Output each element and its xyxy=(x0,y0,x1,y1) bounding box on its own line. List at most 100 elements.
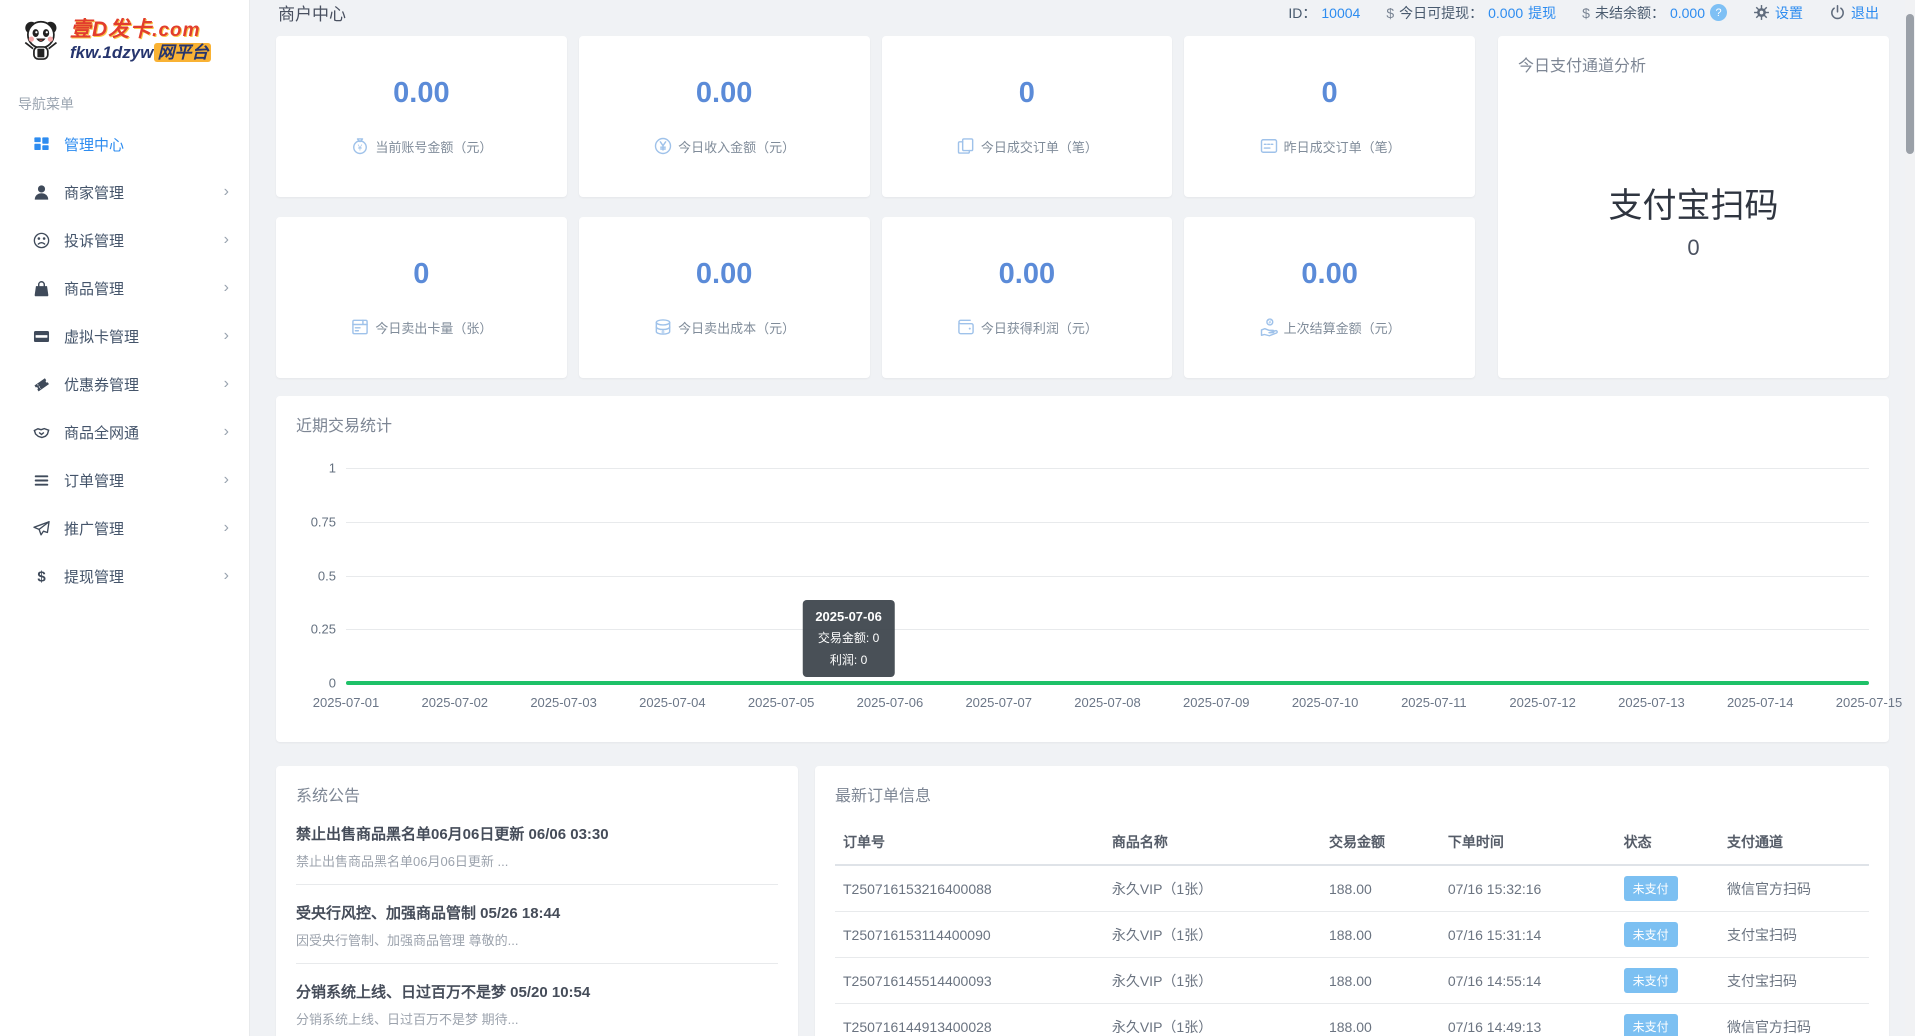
chevron-right-icon: › xyxy=(224,376,229,392)
cell-order-no: T250716153114400090 xyxy=(835,912,1104,958)
chevron-right-icon: › xyxy=(224,424,229,440)
y-tick-label: 1 xyxy=(329,461,336,476)
x-tick-label: 2025-07-01 xyxy=(313,695,380,710)
dollar-icon: $ xyxy=(30,565,52,587)
main-area: 商户中心 ID： 10004 $ 今日可提现： 0.000 提现 $ 未结余额：… xyxy=(250,0,1915,1036)
svg-text:$: $ xyxy=(37,568,46,585)
help-icon[interactable]: ? xyxy=(1710,4,1727,21)
recent-transactions-chart-card: 近期交易统计 00.250.50.751 2025-07-06 交易金额: 0利… xyxy=(276,396,1889,742)
cell-order-no: T250716145514400093 xyxy=(835,958,1104,1004)
page-title: 商户中心 xyxy=(278,0,346,25)
announcement-title[interactable]: 受央行风控、加强商品管制 05/26 18:44 xyxy=(296,902,778,923)
chevron-right-icon: › xyxy=(224,328,229,344)
x-tick-label: 2025-07-06 xyxy=(857,695,924,710)
sidebar-item-管理中心[interactable]: 管理中心 xyxy=(0,120,249,168)
stat-label: 今日卖出卡量（张） xyxy=(350,317,492,337)
stat-label: 今日成交订单（笔） xyxy=(956,136,1098,156)
orders-column-header: 商品名称 xyxy=(1104,820,1321,865)
chart-tooltip: 2025-07-06 交易金额: 0利润: 0 xyxy=(802,600,895,677)
coins-icon: ¥ xyxy=(653,317,673,337)
announcement-title[interactable]: 分销系统上线、日过百万不是梦 05/20 10:54 xyxy=(296,981,778,1002)
sidebar: 壹D发卡.com fkw.1dzyw网平台 导航菜单 管理中心商家管理›投诉管理… xyxy=(0,0,250,1036)
orders-column-header: 下单时间 xyxy=(1440,820,1616,865)
table-row: T250716153114400090永久VIP（1张）188.0007/16 … xyxy=(835,912,1869,958)
sidebar-item-提现管理[interactable]: $提现管理› xyxy=(0,552,249,600)
x-tick-label: 2025-07-15 xyxy=(1836,695,1903,710)
chevron-right-icon: › xyxy=(224,232,229,248)
stat-value: 0.00 xyxy=(393,77,449,110)
sidebar-item-优惠券管理[interactable]: 优惠券管理› xyxy=(0,360,249,408)
sidebar-item-label: 商品全网通 xyxy=(64,422,139,443)
cell-amount: 188.00 xyxy=(1321,1004,1440,1036)
channel-name: 支付宝扫码 xyxy=(1609,178,1779,227)
sidebar-item-商品全网通[interactable]: 商品全网通 › xyxy=(0,408,249,456)
sidebar-item-投诉管理[interactable]: 投诉管理› xyxy=(0,216,249,264)
cell-status: 未支付 xyxy=(1616,865,1719,912)
stat-card: 0昨日成交订单（笔） xyxy=(1184,36,1475,197)
sidebar-item-虚拟卡管理[interactable]: 虚拟卡管理› xyxy=(0,312,249,360)
latest-orders-card: 最新订单信息 订单号商品名称交易金额下单时间状态支付通道 T2507161532… xyxy=(815,766,1889,1036)
orders-column-header: 交易金额 xyxy=(1321,820,1440,865)
announcement-title[interactable]: 禁止出售商品黑名单06月06日更新 06/06 03:30 xyxy=(296,823,778,844)
x-tick-label: 2025-07-08 xyxy=(1074,695,1141,710)
sidebar-item-商家管理[interactable]: 商家管理› xyxy=(0,168,249,216)
stat-label: ¥ 当前账号金额（元） xyxy=(350,136,492,156)
sidebar-item-推广管理[interactable]: 推广管理 › xyxy=(0,504,249,552)
logout-button[interactable]: 退出 xyxy=(1829,3,1879,23)
chart-plot[interactable]: 2025-07-06 交易金额: 0利润: 0 xyxy=(346,468,1869,683)
stat-label: 今日收入金额（元） xyxy=(653,136,795,156)
announcement-item: 受央行风控、加强商品管制 05/26 18:44 因受央行管制、加强商品管理 尊敬… xyxy=(296,885,778,964)
stat-card: 0.00今日获得利润（元） xyxy=(882,217,1173,378)
cell-time: 07/16 14:49:13 xyxy=(1440,1004,1616,1036)
hand-coin-icon: ¥ xyxy=(1259,317,1279,337)
orders-column-header: 支付通道 xyxy=(1719,820,1869,865)
settings-label: 设置 xyxy=(1775,3,1803,23)
sidebar-item-label: 提现管理 xyxy=(64,566,124,587)
sidebar-item-label: 推广管理 xyxy=(64,518,124,539)
gridline xyxy=(346,522,1869,523)
dashboard-icon xyxy=(30,133,52,155)
y-tick-label: 0.5 xyxy=(318,568,336,583)
announcement-excerpt: 因受央行管制、加强商品管理 尊敬的... xyxy=(296,930,778,949)
status-badge: 未支付 xyxy=(1624,968,1678,993)
x-tick-label: 2025-07-13 xyxy=(1618,695,1685,710)
scrollbar-thumb[interactable] xyxy=(1906,14,1914,154)
withdraw-link[interactable]: 提现 xyxy=(1528,3,1556,23)
withdrawable-value: 0.000 xyxy=(1488,5,1523,21)
cell-channel: 微信官方扫码 xyxy=(1719,1004,1869,1036)
cell-time: 07/16 15:32:16 xyxy=(1440,865,1616,912)
stat-label-text: 昨日成交订单（笔） xyxy=(1284,137,1401,156)
content: 0.00¥当前账号金额（元）0.00今日收入金额（元）0今日成交订单（笔）0昨日… xyxy=(250,25,1915,1036)
chevron-right-icon: › xyxy=(224,520,229,536)
cell-channel: 支付宝扫码 xyxy=(1719,912,1869,958)
svg-text:¥: ¥ xyxy=(358,144,363,153)
stat-label: ¥ 今日卖出成本（元） xyxy=(653,317,795,337)
stat-label-text: 当前账号金额（元） xyxy=(375,137,492,156)
site-logo[interactable]: 壹D发卡.com fkw.1dzyw网平台 xyxy=(0,10,249,76)
settings-button[interactable]: 设置 xyxy=(1753,3,1803,23)
cell-status: 未支付 xyxy=(1616,1004,1719,1036)
svg-text:¥: ¥ xyxy=(661,329,665,336)
stat-label-text: 今日卖出成本（元） xyxy=(678,318,795,337)
y-tick-label: 0 xyxy=(329,676,336,691)
x-tick-label: 2025-07-12 xyxy=(1509,695,1576,710)
tooltip-row: 交易金额: 0 xyxy=(815,629,882,646)
x-tick-label: 2025-07-10 xyxy=(1292,695,1359,710)
sidebar-item-订单管理[interactable]: 订单管理› xyxy=(0,456,249,504)
chevron-right-icon: › xyxy=(224,280,229,296)
merchant-dashboard: 壹D发卡.com fkw.1dzyw网平台 导航菜单 管理中心商家管理›投诉管理… xyxy=(0,0,1915,1036)
cell-product: 永久VIP（1张） xyxy=(1104,865,1321,912)
cell-time: 07/16 14:55:14 xyxy=(1440,958,1616,1004)
orders-column-header: 订单号 xyxy=(835,820,1104,865)
table-row: T250716144913400028永久VIP（1张）188.0007/16 … xyxy=(835,1004,1869,1036)
x-tick-label: 2025-07-05 xyxy=(748,695,815,710)
stat-value: 0.00 xyxy=(696,258,752,291)
cell-product: 永久VIP（1张） xyxy=(1104,1004,1321,1036)
stat-label-text: 今日成交订单（笔） xyxy=(981,137,1098,156)
announcement-excerpt: 禁止出售商品黑名单06月06日更新 ... xyxy=(296,851,778,870)
status-badge: 未支付 xyxy=(1624,1014,1678,1036)
cell-channel: 微信官方扫码 xyxy=(1719,865,1869,912)
cell-status: 未支付 xyxy=(1616,958,1719,1004)
sidebar-item-商品管理[interactable]: 商品管理› xyxy=(0,264,249,312)
stat-card: 0今日成交订单（笔） xyxy=(882,36,1173,197)
